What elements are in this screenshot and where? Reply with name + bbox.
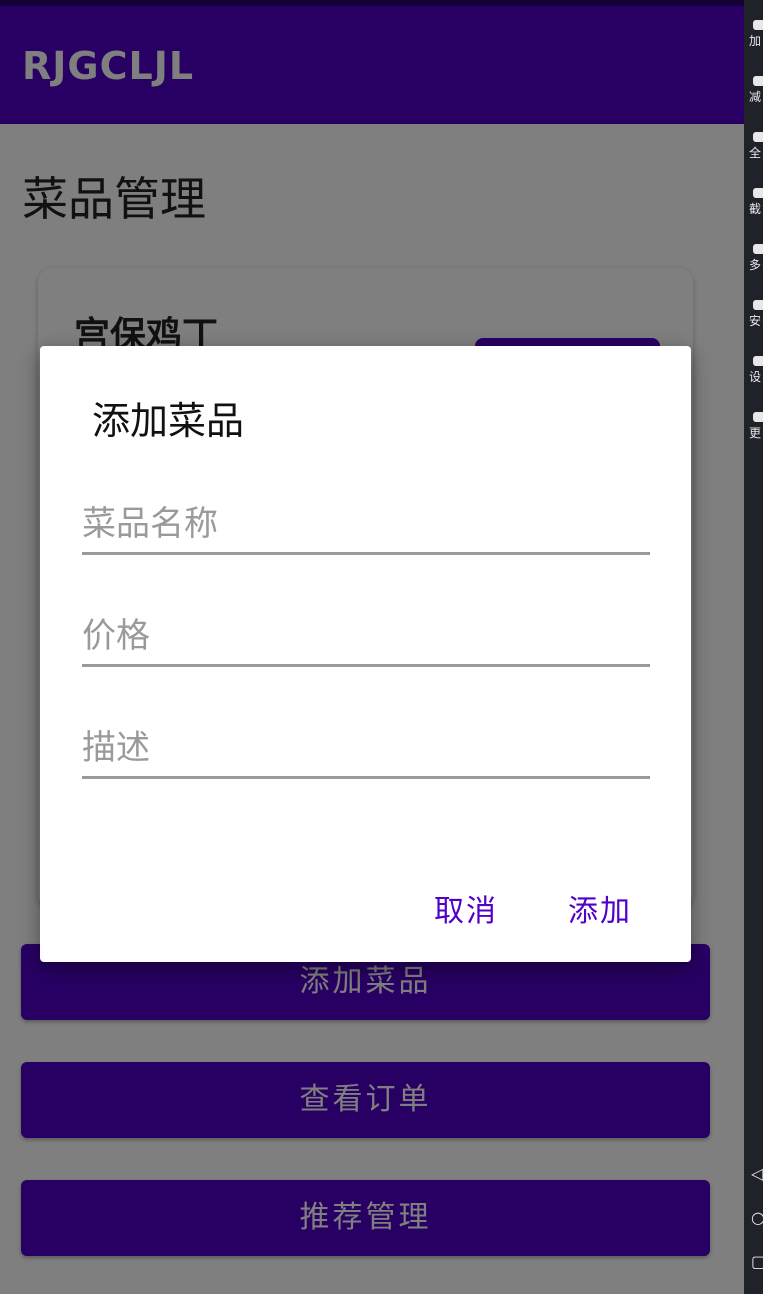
sidebar-item-label: 更 <box>749 426 762 440</box>
multi-window-icon <box>753 244 763 254</box>
settings-icon <box>753 356 763 366</box>
emulator-sidebar: 加 减 全 截 多 安 设 更 ◁ ○ ▢ <box>744 0 763 1294</box>
volume-down-icon <box>753 76 763 86</box>
price-input[interactable] <box>82 608 650 667</box>
sidebar-item-label: 截 <box>749 202 762 216</box>
sidebar-item-more[interactable]: 更 <box>749 412 763 440</box>
phone-screen: RJGCLJL 菜品管理 宫保鸡丁 添加菜品 查看订单 推荐管理 添加菜品 取消… <box>0 0 744 1294</box>
sidebar-item-label: 设 <box>749 370 762 384</box>
sidebar-item-label: 加 <box>749 34 762 48</box>
dish-name-input[interactable] <box>82 496 650 555</box>
cancel-button[interactable]: 取消 <box>434 886 498 930</box>
nav-back-icon[interactable]: ◁ <box>751 1164 763 1183</box>
volume-up-icon <box>753 20 763 30</box>
nav-home-icon[interactable]: ○ <box>751 1208 763 1227</box>
sidebar-item-multi[interactable]: 多 <box>749 244 763 272</box>
sidebar-item-volume-up[interactable]: 加 <box>749 20 763 48</box>
nav-recent-icon[interactable]: ▢ <box>751 1252 763 1271</box>
sidebar-item-fullscreen[interactable]: 全 <box>749 132 763 160</box>
sidebar-item-label: 减 <box>749 90 762 104</box>
description-input[interactable] <box>82 720 650 779</box>
install-icon <box>753 300 763 310</box>
sidebar-item-label: 安 <box>749 314 762 328</box>
sidebar-item-volume-down[interactable]: 减 <box>749 76 763 104</box>
scissors-icon <box>753 188 763 198</box>
sidebar-item-screenshot[interactable]: 截 <box>749 188 763 216</box>
sidebar-item-settings[interactable]: 设 <box>749 356 763 384</box>
fullscreen-icon <box>753 132 763 142</box>
add-dish-dialog: 添加菜品 取消 添加 <box>40 346 691 962</box>
sidebar-item-label: 全 <box>749 146 762 160</box>
dialog-title: 添加菜品 <box>92 399 245 443</box>
confirm-add-button[interactable]: 添加 <box>568 886 632 930</box>
sidebar-item-install[interactable]: 安 <box>749 300 763 328</box>
sidebar-item-label: 多 <box>749 258 762 272</box>
more-icon <box>753 412 763 422</box>
